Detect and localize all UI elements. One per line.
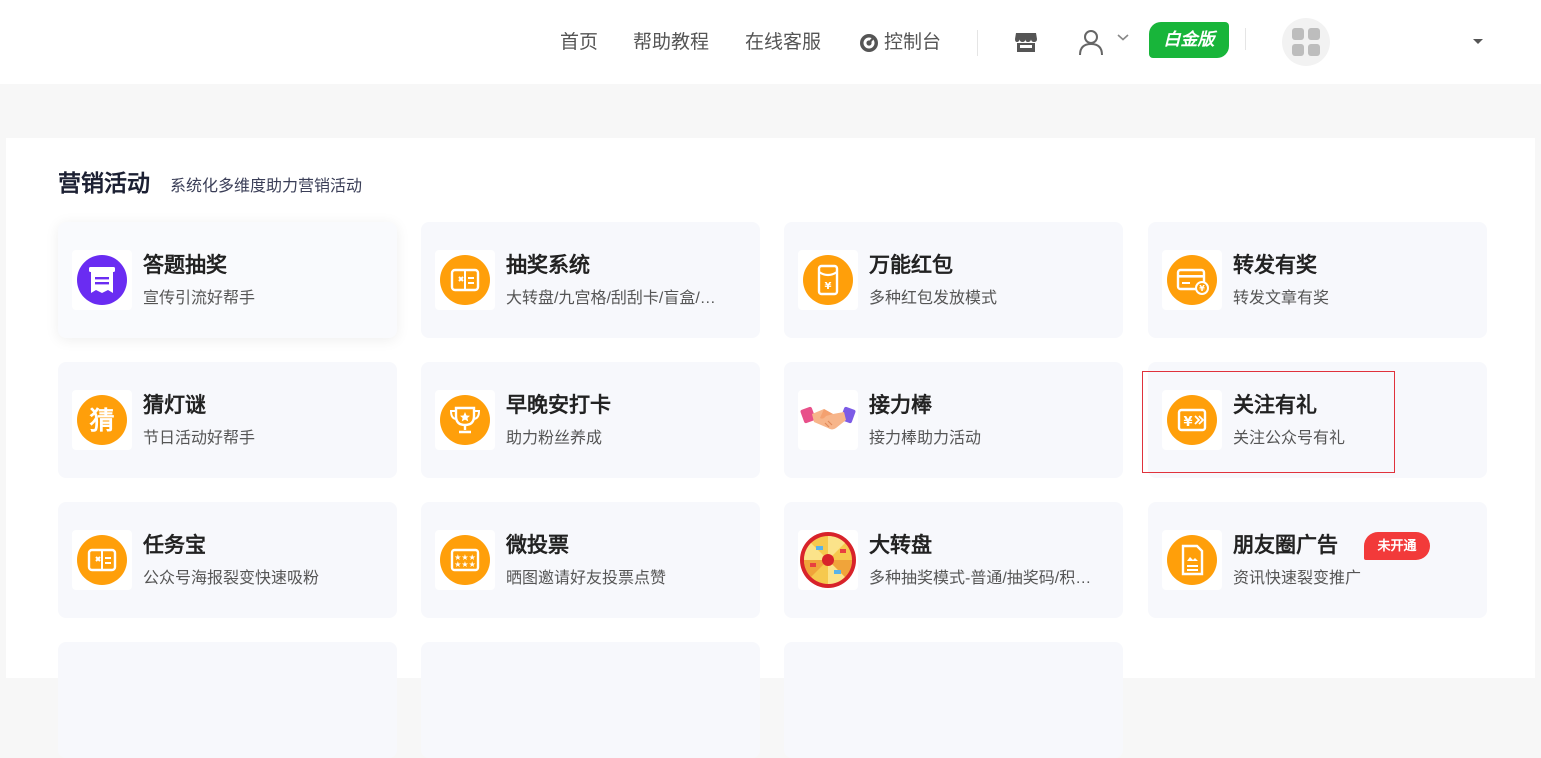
card-title: 朋友圈广告	[1233, 534, 1338, 557]
card-share-reward[interactable]: ¥ 转发有奖 转发文章有奖	[1148, 222, 1487, 338]
nav-home[interactable]: 首页	[560, 30, 598, 56]
card-desc: 资讯快速裂变推广	[1233, 570, 1362, 587]
card-title: 大转盘	[869, 534, 932, 557]
svg-text:★★★: ★★★	[454, 560, 476, 569]
card-moments-ad[interactable]: 朋友圈广告 未开通 资讯快速裂变推广	[1148, 502, 1487, 618]
card-big-wheel[interactable]: 大转盘 多种抽奖模式-普通/抽奖码/积…	[784, 502, 1123, 618]
card-title: 微投票	[506, 534, 569, 557]
svg-text:¥: ¥	[825, 281, 832, 292]
header-divider-2	[1245, 28, 1246, 50]
card-title: 转发有奖	[1233, 254, 1317, 277]
card-desc: 公众号海报裂变快速吸粉	[143, 570, 320, 587]
card-lottery-system[interactable]: 抽奖系统 大转盘/九宫格/刮刮卡/盲盒/…	[421, 222, 760, 338]
card-title: 答题抽奖	[143, 254, 227, 277]
riddle-icon: 猜	[77, 395, 127, 445]
plan-badge[interactable]: 白金版	[1149, 22, 1229, 58]
svg-text:猜: 猜	[88, 406, 114, 435]
card-desc: 宣传引流好帮手	[143, 290, 256, 307]
card-micro-vote[interactable]: ★★★ ★★★ 微投票 晒图邀请好友投票点赞	[421, 502, 760, 618]
card-title: 任务宝	[143, 534, 206, 557]
card-desc: 接力棒助力活动	[869, 430, 982, 447]
card-desc: 大转盘/九宫格/刮刮卡/盲盒/…	[506, 290, 716, 307]
card-desc: 转发文章有奖	[1233, 290, 1330, 307]
card-title: 抽奖系统	[506, 254, 590, 277]
wheel-icon	[800, 532, 856, 588]
nav-help[interactable]: 帮助教程	[633, 30, 709, 56]
task-ticket-icon	[77, 535, 127, 585]
caret-down-icon[interactable]	[1473, 39, 1483, 44]
handshake-icon	[800, 406, 856, 430]
status-badge: 未开通	[1364, 532, 1430, 560]
card-partial[interactable]	[421, 642, 760, 758]
card-checkin[interactable]: 早晚安打卡 助力粉丝养成	[421, 362, 760, 478]
card-title: 接力棒	[869, 394, 932, 417]
apps-icon[interactable]	[1282, 18, 1330, 66]
card-title: 猜灯谜	[143, 394, 206, 417]
section-subtitle: 系统化多维度助力营销活动	[170, 178, 363, 195]
store-icon[interactable]	[1014, 31, 1038, 53]
vote-icon: ★★★ ★★★	[440, 535, 490, 585]
top-bar: 首页 帮助教程 在线客服 控制台 白金版	[0, 0, 1541, 84]
card-desc: 晒图邀请好友投票点赞	[506, 570, 667, 587]
card-desc: 助力粉丝养成	[506, 430, 603, 447]
card-partial[interactable]	[58, 642, 397, 758]
follow-gift-icon: ¥	[1167, 395, 1217, 445]
card-task-treasure[interactable]: 任务宝 公众号海报裂变快速吸粉	[58, 502, 397, 618]
lottery-ticket-icon	[440, 255, 490, 305]
card-desc: 多种红包发放模式	[869, 290, 998, 307]
card-desc: 多种抽奖模式-普通/抽奖码/积…	[869, 570, 1092, 587]
user-icon[interactable]	[1077, 28, 1105, 56]
card-title: 关注有礼	[1233, 394, 1317, 417]
chevron-down-icon[interactable]	[1116, 32, 1130, 42]
nav-console[interactable]: 控制台	[884, 30, 941, 56]
card-lantern-riddle[interactable]: 猜 猜灯谜 节日活动好帮手	[58, 362, 397, 478]
card-desc: 节日活动好帮手	[143, 430, 256, 447]
svg-text:¥: ¥	[1183, 415, 1192, 430]
nav-support[interactable]: 在线客服	[745, 30, 821, 56]
red-packet-icon: ¥	[803, 255, 853, 305]
header-divider	[977, 30, 978, 56]
card-desc: 关注公众号有礼	[1233, 430, 1346, 447]
trophy-icon	[440, 395, 490, 445]
share-reward-icon: ¥	[1167, 255, 1217, 305]
card-follow-gift[interactable]: ¥ 关注有礼 关注公众号有礼	[1148, 362, 1487, 478]
card-quiz-lottery[interactable]: 答题抽奖 宣传引流好帮手	[58, 222, 397, 338]
card-title: 万能红包	[869, 254, 953, 277]
card-partial[interactable]	[784, 642, 1123, 758]
card-relay[interactable]: 接力棒 接力棒助力活动	[784, 362, 1123, 478]
console-icon[interactable]	[859, 33, 879, 53]
svg-text:¥: ¥	[1199, 284, 1205, 293]
quiz-icon	[77, 255, 127, 305]
card-red-packet[interactable]: ¥ 万能红包 多种红包发放模式	[784, 222, 1123, 338]
card-title: 早晚安打卡	[506, 394, 611, 417]
moments-ad-icon	[1167, 535, 1217, 585]
section-title: 营销活动	[58, 170, 150, 196]
